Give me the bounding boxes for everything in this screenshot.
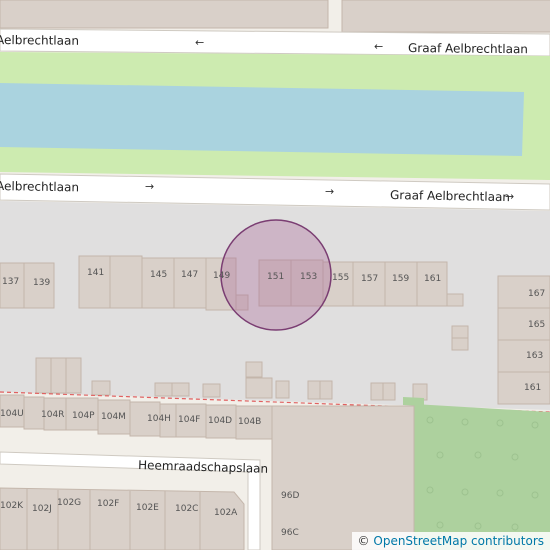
house-number: 104R (41, 410, 64, 420)
oneway-arrow-left-icon: ← (374, 40, 383, 53)
park-area[interactable] (414, 404, 550, 550)
street-label-top-left: Aelbrechtlaan (0, 33, 79, 48)
grass-strip-right (522, 92, 550, 180)
house-number: 153 (300, 272, 317, 282)
house-number: 102E (136, 503, 159, 513)
house-number: 104M (101, 412, 126, 422)
house-number: 102A (214, 508, 238, 518)
osm-contributors-link[interactable]: OpenStreetMap contributors (373, 534, 544, 548)
house-number: 161 (524, 383, 541, 393)
house-number: 96D (281, 491, 299, 501)
house-number: 163 (526, 351, 543, 361)
house-number: 155 (332, 273, 349, 283)
house-number: 102F (97, 499, 119, 509)
house-number: 137 (2, 277, 19, 287)
oneway-arrow-right-icon: → (325, 185, 334, 198)
house-number: 104D (208, 416, 232, 426)
building-block (341, 0, 550, 33)
house-number: 149 (213, 271, 230, 281)
house-number: 165 (528, 320, 545, 330)
map-attribution: © OpenStreetMap contributors (351, 532, 550, 550)
oneway-arrow-left-icon: ← (195, 36, 204, 49)
park-strip (403, 397, 424, 406)
copyright-symbol: © (357, 534, 370, 548)
house-number: 102C (175, 504, 198, 514)
house-number: 141 (87, 268, 104, 278)
house-number: 104U (0, 409, 24, 419)
house-number: 104B (238, 417, 261, 427)
map-canvas[interactable]: Aelbrechtlaan Graaf Aelbrechtlaan Aelbre… (0, 0, 550, 550)
building-block (0, 0, 329, 29)
house-number: 102G (57, 498, 81, 508)
house-number: 145 (150, 270, 167, 280)
house-number: 151 (267, 272, 284, 282)
house-number: 161 (424, 274, 441, 284)
street-label-mid-right: Graaf Aelbrechtlaan (390, 188, 510, 204)
house-number: 96C (281, 528, 299, 538)
house-number: 157 (361, 274, 378, 284)
house-number: 139 (33, 278, 50, 288)
house-number: 104H (147, 414, 171, 424)
building-row-bottom (0, 487, 245, 550)
house-number: 104P (72, 411, 95, 421)
house-number: 102K (0, 501, 24, 511)
oneway-arrow-right-icon: → (505, 190, 514, 203)
house-number: 102J (32, 504, 52, 514)
oneway-arrow-right-icon: → (145, 180, 154, 193)
canal-water[interactable] (0, 83, 524, 156)
house-number: 167 (528, 289, 545, 299)
house-number: 159 (392, 274, 409, 284)
house-number: 147 (181, 270, 198, 280)
house-number: 104F (178, 415, 200, 425)
street-label-top-right: Graaf Aelbrechtlaan (408, 41, 528, 56)
street-label-mid-left: Aelbrechtlaan (0, 179, 79, 194)
